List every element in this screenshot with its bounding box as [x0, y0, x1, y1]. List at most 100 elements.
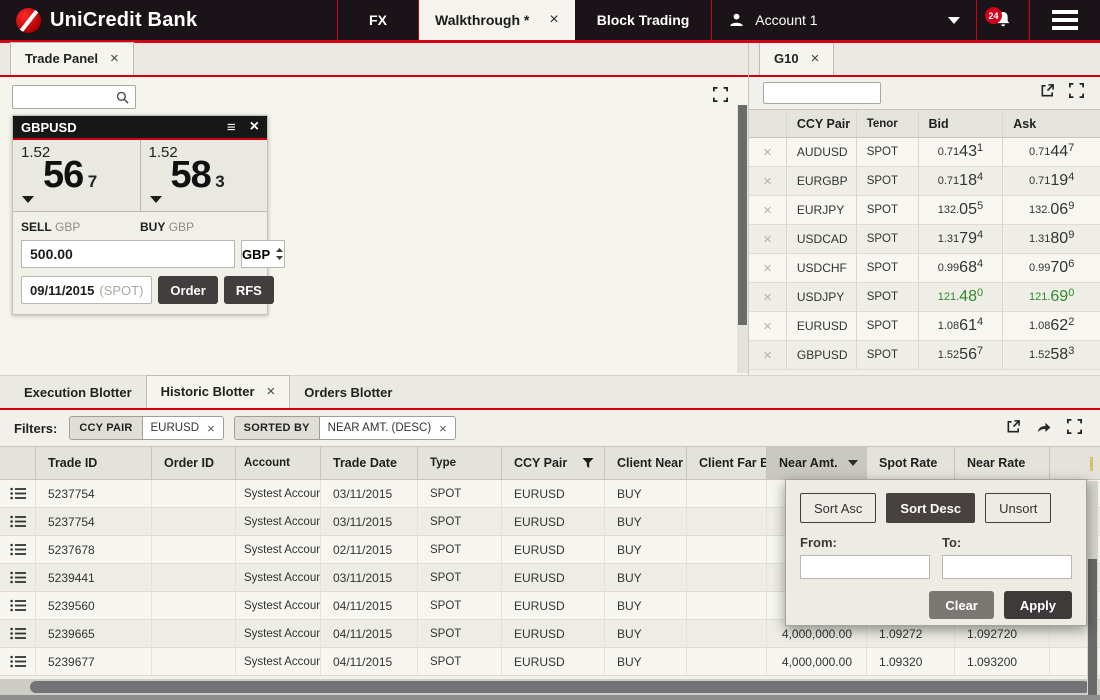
col-tenor[interactable]: Tenor [857, 110, 919, 137]
search-input[interactable] [13, 86, 116, 108]
bid-cell[interactable]: 0.71184 [919, 167, 1004, 195]
unsort-button[interactable]: Unsort [985, 493, 1051, 523]
g10-search-input[interactable] [763, 82, 881, 104]
tab-trade-panel[interactable]: Trade Panel × [10, 42, 134, 75]
blotter-row[interactable]: 5239677 Systest Account 04/11/2015 SPOT … [0, 648, 1100, 676]
remove-row-icon[interactable]: × [749, 167, 787, 195]
bid-cell[interactable]: 0.71431 [919, 138, 1004, 166]
to-input[interactable] [942, 555, 1072, 579]
close-icon[interactable]: × [549, 11, 558, 29]
filter-chip-sorted-by[interactable]: SORTED BY NEAR AMT. (DESC) × [234, 416, 456, 440]
remove-row-icon[interactable]: × [749, 196, 787, 224]
sort-asc-button[interactable]: Sort Asc [800, 493, 876, 523]
row-menu-icon[interactable] [0, 592, 36, 619]
ask-cell[interactable]: 1.52583 [1003, 341, 1100, 369]
buy-price-button[interactable]: 1.52 58 3 [141, 140, 268, 211]
row-menu-icon[interactable] [0, 648, 36, 675]
order-button[interactable]: Order [158, 276, 217, 304]
account-selector[interactable]: Account 1 [712, 0, 976, 40]
col-trade-id[interactable]: Trade ID [36, 447, 152, 479]
col-trade-date[interactable]: Trade Date [321, 447, 418, 479]
notifications-button[interactable]: 24 [977, 0, 1029, 40]
bid-cell[interactable]: 0.99684 [919, 254, 1004, 282]
g10-row[interactable]: × GBPUSD SPOT 1.52567 1.52583 [749, 341, 1100, 370]
from-input[interactable] [800, 555, 930, 579]
rfs-button[interactable]: RFS [224, 276, 274, 304]
close-icon[interactable]: × [110, 50, 119, 67]
popout-icon[interactable] [1040, 83, 1055, 98]
tab-g10[interactable]: G10 × [759, 43, 834, 75]
tab-execution-blotter[interactable]: Execution Blotter [10, 378, 146, 408]
ask-cell[interactable]: 0.99706 [1003, 254, 1100, 282]
g10-row[interactable]: × EURGBP SPOT 0.71184 0.71194 [749, 167, 1100, 196]
fullscreen-icon[interactable] [1069, 83, 1084, 98]
ask-cell[interactable]: 132.069 [1003, 196, 1100, 224]
remove-row-icon[interactable]: × [749, 341, 787, 369]
row-menu-icon[interactable] [0, 508, 36, 535]
filter-icon[interactable] [582, 457, 594, 469]
menu-button[interactable] [1030, 0, 1100, 40]
remove-row-icon[interactable]: × [749, 225, 787, 253]
bid-cell[interactable]: 1.31794 [919, 225, 1004, 253]
sort-desc-button[interactable]: Sort Desc [886, 493, 975, 523]
bid-cell[interactable]: 1.52567 [919, 341, 1004, 369]
close-icon[interactable]: × [439, 421, 447, 436]
col-near-rate[interactable]: Near Rate [955, 447, 1050, 479]
g10-row[interactable]: × USDCAD SPOT 1.31794 1.31809 [749, 225, 1100, 254]
filter-chip-ccy-pair[interactable]: CCY PAIR EURUSD × [69, 416, 223, 440]
apply-button[interactable]: Apply [1004, 591, 1072, 619]
share-icon[interactable] [1036, 419, 1052, 434]
row-menu-icon[interactable] [0, 620, 36, 647]
col-client-near-base[interactable]: Client Near Bas [605, 447, 687, 479]
blotter-vertical-scrollbar[interactable] [1087, 481, 1098, 695]
tab-block-trading[interactable]: Block Trading [575, 0, 712, 40]
g10-row[interactable]: × EURJPY SPOT 132.055 132.069 [749, 196, 1100, 225]
bid-cell[interactable]: 132.055 [919, 196, 1004, 224]
currency-select[interactable]: GBP [241, 240, 285, 268]
col-bid[interactable]: Bid [919, 110, 1004, 137]
tab-walkthrough[interactable]: Walkthrough * × [419, 0, 575, 40]
col-order-id[interactable]: Order ID [152, 447, 236, 479]
amount-input[interactable] [21, 240, 235, 268]
tab-fx[interactable]: FX [338, 0, 418, 40]
blotter-horizontal-scrollbar[interactable] [0, 679, 1100, 695]
ask-cell[interactable]: 0.71194 [1003, 167, 1100, 195]
close-icon[interactable]: × [267, 383, 276, 400]
row-menu-icon[interactable] [0, 536, 36, 563]
fullscreen-icon[interactable] [713, 87, 728, 102]
col-ccy-pair[interactable]: CCY Pair [787, 110, 857, 137]
remove-row-icon[interactable]: × [749, 312, 787, 340]
col-type[interactable]: Type [418, 447, 502, 479]
g10-row[interactable]: × USDCHF SPOT 0.99684 0.99706 [749, 254, 1100, 283]
g10-row[interactable]: × AUDUSD SPOT 0.71431 0.71447 [749, 138, 1100, 167]
tab-orders-blotter[interactable]: Orders Blotter [290, 378, 406, 408]
clear-button[interactable]: Clear [929, 591, 994, 619]
fullscreen-icon[interactable] [1067, 419, 1082, 434]
ask-cell[interactable]: 1.31809 [1003, 225, 1100, 253]
bid-cell[interactable]: 1.08614 [919, 312, 1004, 340]
ask-cell[interactable]: 0.71447 [1003, 138, 1100, 166]
tile-menu-icon[interactable]: ≡ [227, 120, 236, 135]
row-menu-icon[interactable] [0, 564, 36, 591]
g10-row[interactable]: × EURUSD SPOT 1.08614 1.08622 [749, 312, 1100, 341]
tab-historic-blotter[interactable]: Historic Blotter × [146, 375, 291, 408]
row-menu-icon[interactable] [0, 480, 36, 507]
remove-row-icon[interactable]: × [749, 254, 787, 282]
col-ccy-pair[interactable]: CCY Pair [502, 447, 605, 479]
col-ask[interactable]: Ask [1003, 110, 1100, 137]
col-spot-rate[interactable]: Spot Rate [867, 447, 955, 479]
col-client-far-base[interactable]: Client Far Base [687, 447, 767, 479]
tile-close-icon[interactable]: × [250, 119, 259, 135]
col-account[interactable]: Account [236, 447, 321, 479]
value-date-field[interactable]: 09/11/2015 (SPOT) [21, 276, 152, 304]
ask-cell[interactable]: 1.08622 [1003, 312, 1100, 340]
close-icon[interactable]: × [811, 50, 820, 67]
g10-row[interactable]: × USDJPY SPOT 121.480 121.690 [749, 283, 1100, 312]
trade-panel-scrollbar[interactable] [737, 105, 748, 373]
popout-icon[interactable] [1006, 419, 1021, 434]
close-icon[interactable]: × [207, 421, 215, 436]
bid-cell[interactable]: 121.480 [919, 283, 1004, 311]
sell-price-button[interactable]: 1.52 56 7 [13, 140, 141, 211]
remove-row-icon[interactable]: × [749, 283, 787, 311]
remove-row-icon[interactable]: × [749, 138, 787, 166]
